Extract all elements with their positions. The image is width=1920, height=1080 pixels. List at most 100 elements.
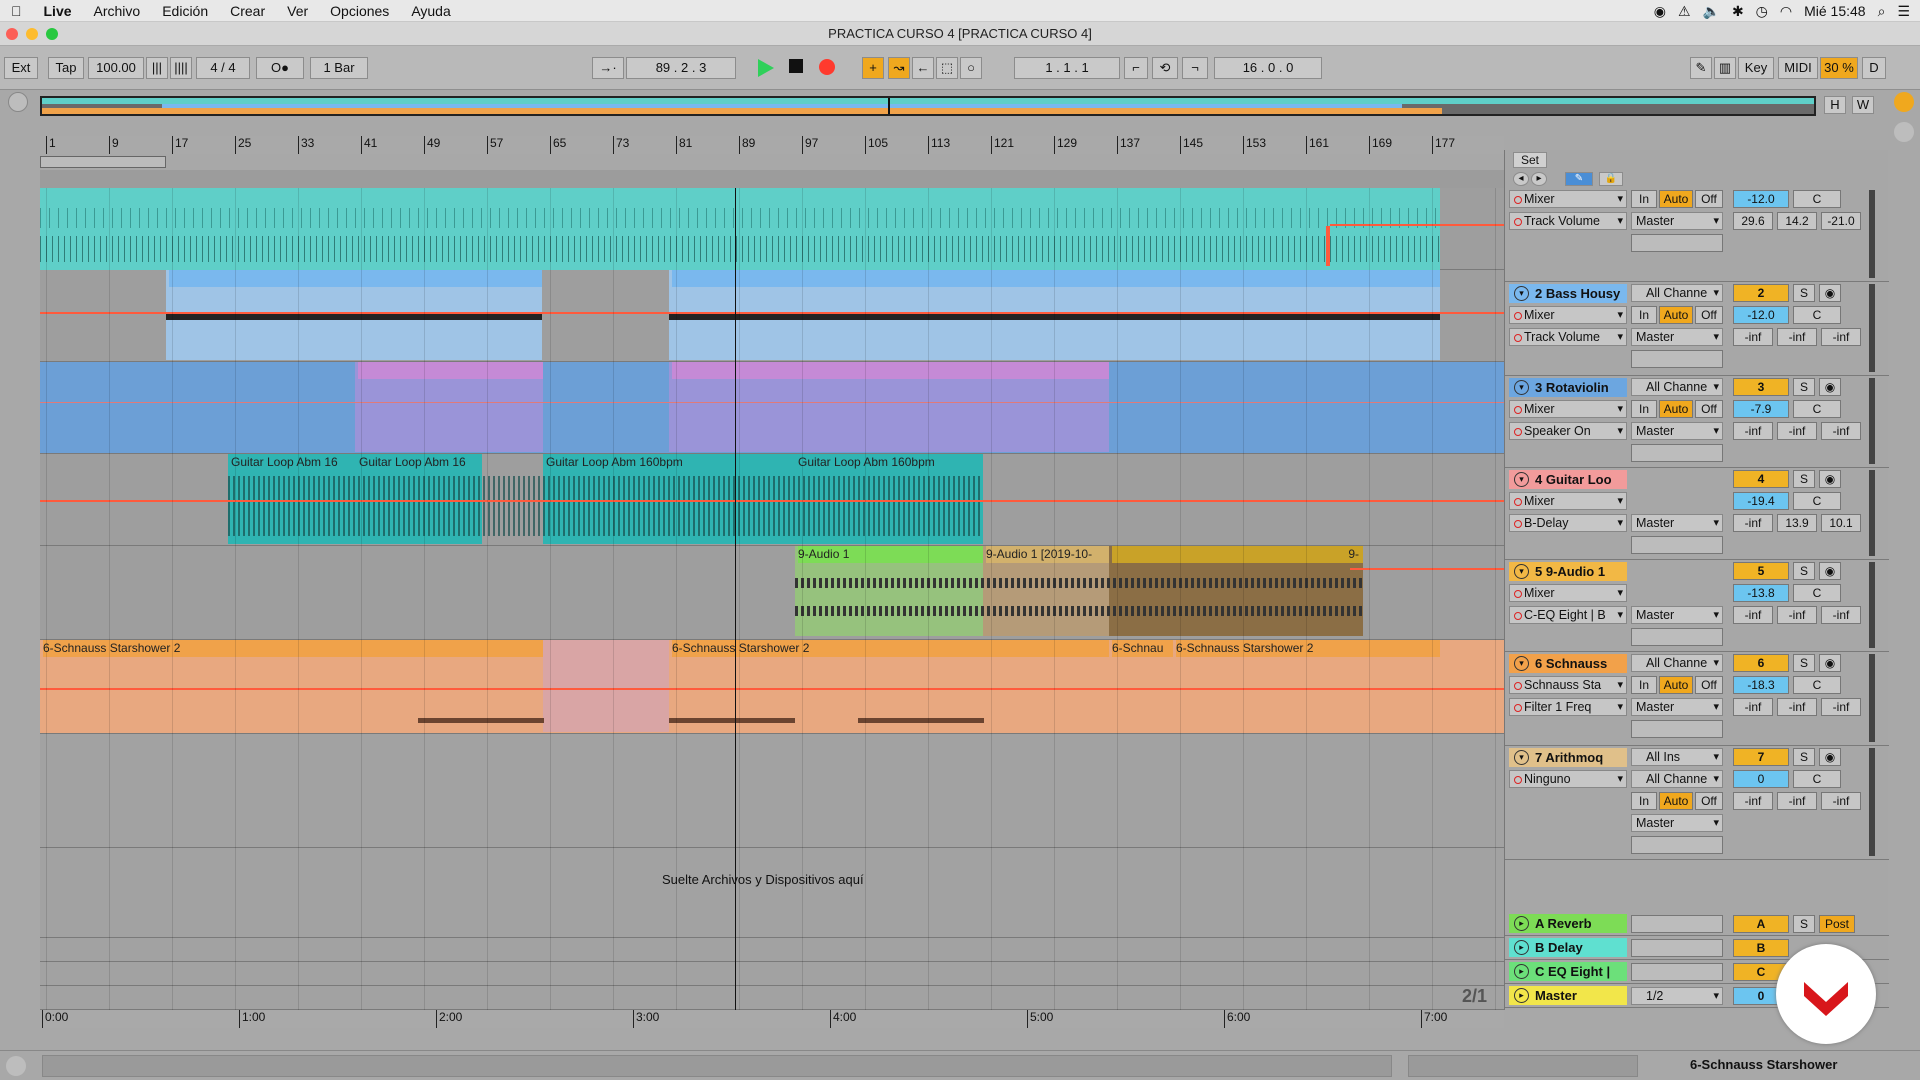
fold-icon[interactable]: ▾ — [1514, 750, 1529, 765]
pan-field[interactable]: C — [1793, 400, 1841, 418]
output-routing-menu[interactable]: Master — [1631, 814, 1723, 832]
spotlight-icon[interactable]: ⌕ — [1878, 3, 1886, 20]
device-chooser[interactable]: Ninguno — [1509, 770, 1627, 788]
solo-button[interactable]: S — [1793, 470, 1815, 488]
send-b-field[interactable]: -inf — [1777, 328, 1817, 346]
send-c-field[interactable]: -inf — [1821, 792, 1861, 810]
nudge-up-icon[interactable]: |||| — [170, 57, 192, 79]
lane-return-c[interactable] — [40, 962, 1504, 986]
output-routing-menu[interactable]: Master — [1631, 212, 1723, 230]
send-b-field[interactable]: -inf — [1777, 422, 1817, 440]
clip-audio-2[interactable]: 9-Audio 1 [2019-10- — [983, 546, 1109, 636]
track-activator[interactable]: 5 — [1733, 562, 1789, 580]
return-slot[interactable] — [1631, 939, 1723, 957]
draw-mode-icon[interactable]: ✎ — [1690, 57, 1712, 79]
send-c-field[interactable]: 10.1 — [1821, 514, 1861, 532]
draw-envelope-icon[interactable]: ✎ — [1565, 172, 1593, 186]
send-c-field[interactable]: -inf — [1821, 422, 1861, 440]
fold-icon[interactable]: ▸ — [1514, 940, 1529, 955]
beat-ruler[interactable]: 1 9 17 25 33 41 49 57 65 73 81 89 97 105 113 121 129 137 1… — [40, 136, 1504, 154]
return-name[interactable]: ▸ A Reverb — [1509, 914, 1627, 933]
return-name[interactable]: ▸ Master — [1509, 986, 1627, 1005]
next-locator-icon[interactable]: ▸ — [1531, 172, 1547, 186]
input-type-menu[interactable]: All Channe — [1631, 284, 1723, 302]
automation-line[interactable] — [1350, 568, 1504, 570]
loop-switch-icon[interactable]: ⟲ — [1152, 57, 1178, 79]
monitor-in-button[interactable]: In — [1631, 400, 1657, 418]
track-name[interactable]: ▾ 5 9-Audio 1 — [1509, 562, 1627, 581]
volume-field[interactable]: -13.8 — [1733, 584, 1789, 602]
return-activator[interactable]: A — [1733, 915, 1789, 933]
arm-icon[interactable]: ◉ — [1819, 378, 1841, 396]
wifi-icon[interactable]: ◠ — [1780, 3, 1792, 20]
time-ruler[interactable]: 0:00 1:00 2:00 3:00 4:00 5:00 6:00 7:00 — [40, 1010, 1504, 1028]
monitor-in-button[interactable]: In — [1631, 306, 1657, 324]
send-a-field[interactable]: -inf — [1733, 514, 1773, 532]
input-channel-menu[interactable]: All Channe — [1631, 770, 1723, 788]
add-lane-slot[interactable] — [1631, 444, 1723, 462]
arm-icon[interactable]: ◉ — [1819, 562, 1841, 580]
pan-field[interactable]: C — [1793, 676, 1841, 694]
follow-icon[interactable]: →· — [592, 57, 624, 79]
solo-button[interactable]: S — [1793, 915, 1815, 933]
bluetooth-icon[interactable]: ✱ — [1732, 3, 1744, 20]
fold-icon[interactable]: ▾ — [1514, 656, 1529, 671]
track-name[interactable]: ▾ 3 Rotaviolin — [1509, 378, 1627, 397]
track-activator[interactable]: 7 — [1733, 748, 1789, 766]
punch-in-icon[interactable]: ⌐ — [1124, 57, 1148, 79]
capture-icon[interactable]: ⬚ — [936, 57, 958, 79]
pan-field[interactable]: C — [1793, 770, 1841, 788]
send-c-field[interactable]: -inf — [1821, 328, 1861, 346]
send-b-field[interactable]: -inf — [1777, 698, 1817, 716]
track-name[interactable]: ▾ 4 Guitar Loo — [1509, 470, 1627, 489]
automation-drop[interactable] — [1326, 226, 1330, 266]
overview-h-button[interactable]: H — [1824, 96, 1846, 114]
solo-button[interactable]: S — [1793, 654, 1815, 672]
apple-icon[interactable]:  — [0, 3, 33, 19]
menu-ayuda[interactable]: Ayuda — [400, 3, 461, 19]
pan-field[interactable]: C — [1793, 584, 1841, 602]
track-name[interactable]: ▾ 2 Bass Housy — [1509, 284, 1627, 303]
solo-button[interactable]: S — [1793, 562, 1815, 580]
monitor-off-button[interactable]: Off — [1695, 676, 1723, 694]
master-output-menu[interactable]: 1/2 — [1631, 987, 1723, 1005]
menu-archivo[interactable]: Archivo — [83, 3, 152, 19]
arrangement-overview[interactable] — [40, 96, 1816, 116]
device-chooser[interactable]: Mixer — [1509, 400, 1627, 418]
pan-field[interactable]: C — [1793, 190, 1841, 208]
device-chooser[interactable]: Mixer — [1509, 190, 1627, 208]
computer-keyboard-icon[interactable]: ▥ — [1714, 57, 1736, 79]
pan-field[interactable]: C — [1793, 306, 1841, 324]
lane-master[interactable] — [40, 986, 1504, 1010]
volume-field[interactable]: 0 — [1733, 770, 1789, 788]
post-button[interactable]: Post — [1819, 915, 1855, 933]
lock-envelopes-icon[interactable]: 🔒 — [1599, 172, 1623, 186]
send-b-field[interactable]: -inf — [1777, 606, 1817, 624]
control-chooser[interactable]: Filter 1 Freq — [1509, 698, 1627, 716]
record-status-icon[interactable]: ◉ — [1654, 3, 1666, 20]
monitor-off-button[interactable]: Off — [1695, 400, 1723, 418]
fold-icon[interactable]: ▾ — [1514, 472, 1529, 487]
monitor-in-button[interactable]: In — [1631, 792, 1657, 810]
send-c-field[interactable]: -inf — [1821, 606, 1861, 624]
output-routing-menu[interactable]: Master — [1631, 698, 1723, 716]
add-lane-slot[interactable] — [1631, 234, 1723, 252]
return-slot[interactable] — [1631, 963, 1723, 981]
track-name[interactable]: ▾ 6 Schnauss — [1509, 654, 1627, 673]
browser-toggle-icon[interactable] — [1894, 92, 1914, 112]
zoom-window-icon[interactable] — [46, 28, 58, 40]
key-map-button[interactable]: Key — [1738, 57, 1774, 79]
monitor-auto-button[interactable]: Auto — [1659, 400, 1693, 418]
session-record-icon[interactable]: ○ — [960, 57, 982, 79]
pan-field[interactable]: C — [1793, 492, 1841, 510]
monitor-auto-button[interactable]: Auto — [1659, 792, 1693, 810]
clip-gap[interactable] — [543, 640, 669, 732]
send-c-field[interactable]: -inf — [1821, 698, 1861, 716]
prev-locator-icon[interactable]: ◂ — [1513, 172, 1529, 186]
menu-edicion[interactable]: Edición — [151, 3, 219, 19]
loop-start-field[interactable]: 1 . 1 . 1 — [1014, 57, 1120, 79]
arm-icon[interactable]: ◉ — [1819, 284, 1841, 302]
overview-toggle-icon[interactable] — [8, 92, 28, 112]
track-name[interactable]: ▾ 7 Arithmoq — [1509, 748, 1627, 767]
clip-violin-1[interactable] — [355, 362, 543, 452]
